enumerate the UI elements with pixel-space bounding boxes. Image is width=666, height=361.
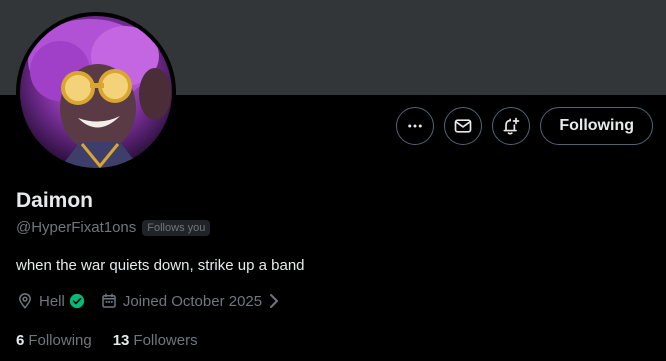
ellipsis-icon bbox=[408, 124, 423, 128]
bell-plus-icon bbox=[503, 117, 520, 135]
profile-actions: Following bbox=[396, 107, 653, 145]
mail-icon bbox=[455, 119, 472, 133]
profile-stats: 6 Following 13 Followers bbox=[16, 332, 219, 349]
joined-date[interactable]: Joined October 2025 bbox=[100, 292, 281, 310]
chevron-right-icon bbox=[270, 294, 279, 308]
more-button[interactable] bbox=[396, 107, 435, 145]
avatar-image bbox=[20, 16, 172, 168]
message-button[interactable] bbox=[444, 107, 483, 145]
followers-count-link[interactable]: 13 Followers bbox=[113, 332, 198, 349]
joined-text: Joined October 2025 bbox=[122, 292, 263, 310]
followers-count: 13 bbox=[112, 332, 130, 349]
notify-button[interactable] bbox=[492, 107, 531, 145]
following-count-link[interactable]: 6 Following bbox=[16, 332, 92, 349]
location: Hell bbox=[16, 292, 86, 310]
bio: when the war quiets down, strike up a ba… bbox=[16, 257, 305, 274]
verified-check-icon bbox=[69, 293, 84, 309]
following-label: Following bbox=[28, 332, 92, 349]
follows-you-badge: Follows you bbox=[142, 219, 211, 236]
handle-row: @HyperFixat1ons Follows you bbox=[16, 219, 211, 236]
display-name: Daimon bbox=[16, 189, 94, 212]
following-count: 6 bbox=[16, 332, 25, 349]
followers-label: Followers bbox=[133, 332, 198, 349]
calendar-icon bbox=[102, 293, 116, 308]
avatar[interactable] bbox=[16, 12, 176, 172]
following-button[interactable]: Following bbox=[540, 107, 653, 145]
location-text: Hell bbox=[39, 292, 65, 310]
location-pin-icon bbox=[18, 293, 32, 309]
profile-meta: Hell Joined October 2025 bbox=[16, 292, 295, 310]
handle: @HyperFixat1ons bbox=[16, 219, 137, 236]
